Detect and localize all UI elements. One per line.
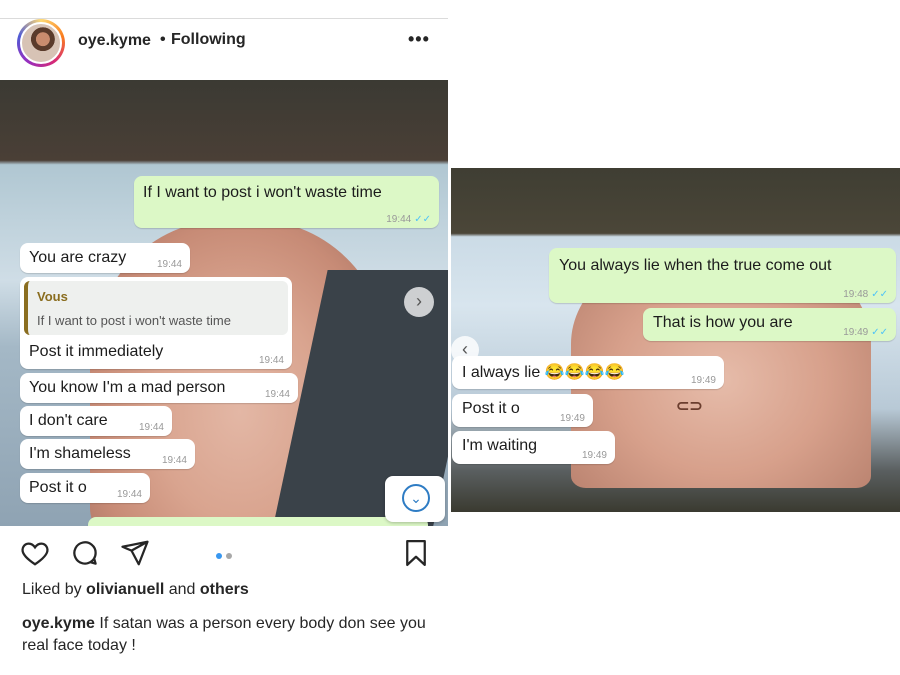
message-text: You know I'm a mad person bbox=[29, 379, 226, 396]
message-time: 19:49 bbox=[581, 450, 607, 461]
likes-others-link[interactable]: others bbox=[200, 581, 249, 598]
chat-message-incoming: I'm waiting 19:49 bbox=[452, 431, 615, 464]
message-text: Post it o bbox=[29, 479, 87, 496]
instagram-post: oye.kyme • Following ••• If I want to po… bbox=[0, 0, 450, 675]
likes-and: and bbox=[168, 581, 196, 598]
caption-username[interactable]: oye.kyme bbox=[22, 615, 95, 632]
message-time: 19:44 bbox=[264, 389, 290, 400]
necklace-pendant-icon: ⊂⊃ bbox=[676, 398, 703, 415]
second-chat-screenshot: You always lie when the true come out 19… bbox=[451, 168, 900, 512]
read-ticks-icon: ✓✓ bbox=[414, 214, 431, 225]
chat-message-incoming: You know I'm a mad person 19:44 bbox=[20, 373, 298, 403]
message-text: Post it immediately bbox=[29, 343, 164, 360]
separator-dot: • bbox=[160, 31, 166, 48]
avatar[interactable] bbox=[20, 22, 62, 64]
post-caption: oye.kyme If satan was a person every bod… bbox=[22, 613, 432, 657]
carousel-dot bbox=[226, 553, 232, 559]
chat-message-cutoff bbox=[88, 517, 428, 526]
post-username[interactable]: oye.kyme bbox=[78, 32, 151, 50]
message-time: 19:49 ✓✓ bbox=[843, 327, 888, 338]
message-time: 19:44 bbox=[138, 422, 164, 433]
quoted-message: Vous If I want to post i won't waste tim… bbox=[24, 281, 288, 335]
liker-username[interactable]: olivianuell bbox=[86, 581, 164, 598]
message-text: I always lie 😂😂😂😂 bbox=[462, 364, 625, 381]
share-icon[interactable] bbox=[120, 538, 150, 568]
following-button[interactable]: Following bbox=[171, 31, 246, 49]
chat-message-incoming: I'm shameless 19:44 bbox=[20, 439, 195, 469]
message-text: I'm waiting bbox=[462, 437, 538, 454]
scroll-to-bottom-button[interactable]: ⌄ bbox=[385, 476, 445, 522]
chevron-left-icon[interactable]: ‹ bbox=[451, 336, 479, 364]
chat-message-incoming: I don't care 19:44 bbox=[20, 406, 172, 436]
comment-icon[interactable] bbox=[70, 538, 100, 568]
message-time: 19:49 bbox=[690, 375, 716, 386]
carousel-indicator bbox=[214, 546, 234, 564]
chevron-down-icon: ⌄ bbox=[402, 484, 430, 512]
message-text: You are crazy bbox=[29, 249, 127, 266]
message-time: 19:44 bbox=[116, 489, 142, 500]
likes-prefix: Liked by bbox=[22, 581, 82, 598]
likes-line: Liked by olivianuell and others bbox=[22, 581, 249, 599]
chat-message-incoming: I always lie 😂😂😂😂 19:49 bbox=[452, 356, 724, 389]
quoted-text: If I want to post i won't waste time bbox=[37, 313, 231, 328]
heart-icon[interactable] bbox=[20, 538, 50, 568]
message-time: 19:44 bbox=[161, 455, 187, 466]
chat-message-incoming: You are crazy 19:44 bbox=[20, 243, 190, 273]
chat-message-outgoing: If I want to post i won't waste time 19:… bbox=[134, 176, 439, 228]
bookmark-icon[interactable] bbox=[401, 538, 431, 568]
story-ring[interactable] bbox=[17, 19, 65, 67]
chat-message-reply: Vous If I want to post i won't waste tim… bbox=[20, 277, 292, 369]
carousel-dot-active bbox=[216, 553, 222, 559]
post-header: oye.kyme • Following ••• bbox=[0, 19, 448, 79]
message-text: I don't care bbox=[29, 412, 108, 429]
chevron-right-icon[interactable]: › bbox=[404, 287, 434, 317]
more-options-icon[interactable]: ••• bbox=[408, 29, 430, 50]
post-actions bbox=[0, 530, 448, 578]
message-text: I'm shameless bbox=[29, 445, 131, 462]
message-text: Post it o bbox=[462, 400, 520, 417]
read-ticks-icon: ✓✓ bbox=[871, 327, 888, 338]
chat-message-incoming: Post it o 19:44 bbox=[20, 473, 150, 503]
message-text: If I want to post i won't waste time bbox=[143, 184, 382, 201]
chat-message-outgoing: You always lie when the true come out 19… bbox=[549, 248, 896, 303]
chat-message-outgoing: That is how you are 19:49 ✓✓ bbox=[643, 308, 896, 341]
message-time: 19:48 ✓✓ bbox=[843, 289, 888, 300]
post-image-chat-screenshot[interactable]: If I want to post i won't waste time 19:… bbox=[0, 80, 448, 526]
message-time: 19:44 bbox=[258, 355, 284, 366]
message-time: 19:44 bbox=[156, 259, 182, 270]
quoted-author: Vous bbox=[37, 289, 68, 304]
chat-message-incoming: Post it o 19:49 bbox=[452, 394, 593, 427]
read-ticks-icon: ✓✓ bbox=[871, 289, 888, 300]
message-text: You always lie when the true come out bbox=[559, 257, 832, 274]
message-time: 19:44 ✓✓ bbox=[386, 214, 431, 225]
message-text: That is how you are bbox=[653, 314, 793, 331]
message-time: 19:49 bbox=[559, 413, 585, 424]
